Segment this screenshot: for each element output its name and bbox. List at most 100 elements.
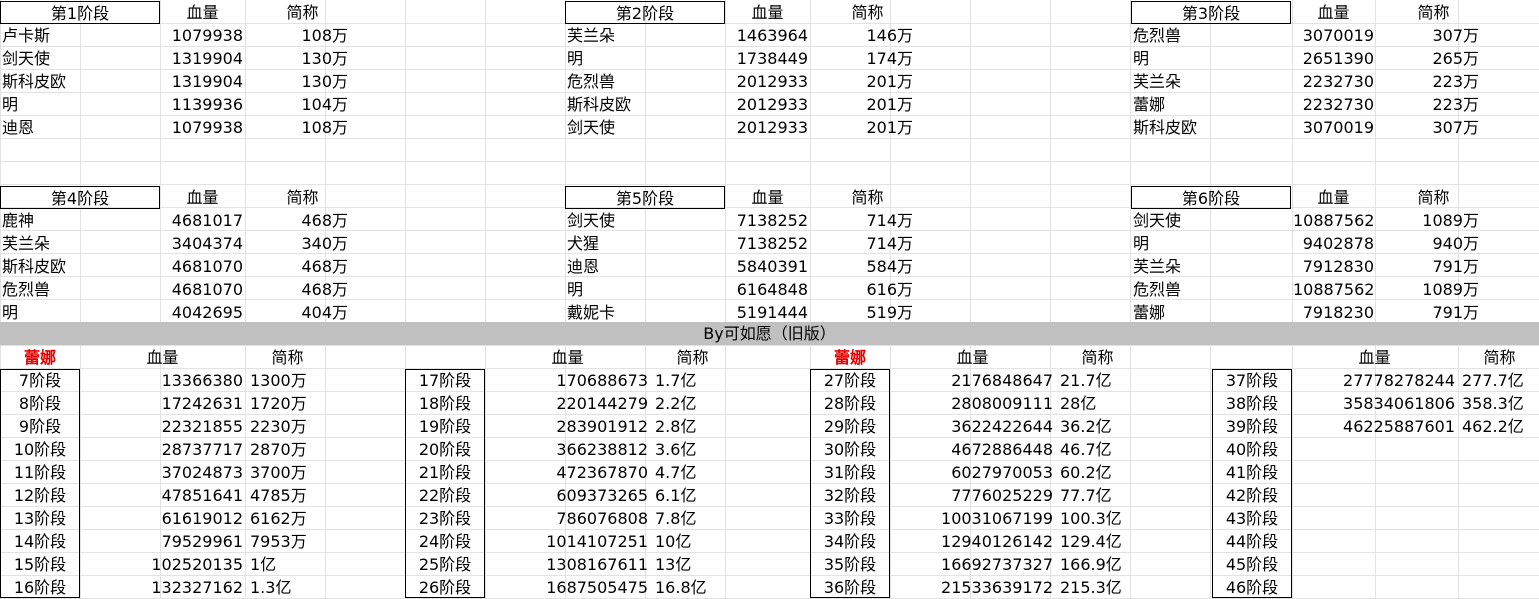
hp-abbr-cell[interactable]: 584万	[810, 255, 915, 278]
stage-header[interactable]: 第5阶段	[565, 186, 725, 209]
hp-abbr-cell[interactable]: 265万	[1376, 47, 1481, 70]
hp-value-cell[interactable]: 472367870	[485, 461, 650, 484]
abbr-column-header[interactable]: 简称	[1055, 346, 1140, 369]
hp-abbr-cell[interactable]: 1720万	[248, 392, 328, 415]
boss-name-cell[interactable]: 明	[0, 301, 160, 324]
hp-abbr-cell[interactable]: 21.7亿	[1058, 369, 1138, 392]
hp-abbr-cell[interactable]: 340万	[245, 232, 350, 255]
hp-value-cell[interactable]: 1319904	[160, 47, 245, 70]
hp-abbr-cell[interactable]: 130万	[245, 70, 350, 93]
boss-name-cell[interactable]: 鹿神	[0, 209, 160, 232]
hp-abbr-cell[interactable]: 6.1亿	[653, 484, 733, 507]
abbr-column-header[interactable]: 简称	[650, 346, 735, 369]
hp-value-cell[interactable]	[1292, 507, 1457, 530]
hp-abbr-cell[interactable]: 108万	[245, 24, 350, 47]
hp-value-cell[interactable]: 7138252	[725, 209, 810, 232]
hp-value-cell[interactable]: 786076808	[485, 507, 650, 530]
hp-abbr-cell[interactable]: 307万	[1376, 116, 1481, 139]
hp-value-cell[interactable]	[1292, 576, 1457, 599]
hp-value-cell[interactable]: 21533639172	[890, 576, 1055, 599]
hp-abbr-cell[interactable]: 1300万	[248, 369, 328, 392]
boss-name-cell[interactable]: 斯科皮欧	[0, 255, 160, 278]
hp-value-cell[interactable]: 12940126142	[890, 530, 1055, 553]
boss-name-cell[interactable]: 剑天使	[0, 47, 160, 70]
hp-value-cell[interactable]: 3404374	[160, 232, 245, 255]
hp-column-header[interactable]: 血量	[725, 186, 810, 209]
abbr-column-header[interactable]: 简称	[245, 186, 360, 209]
hp-column-header[interactable]: 血量	[1332, 346, 1417, 369]
stage-header[interactable]: 第4阶段	[0, 186, 160, 209]
hp-column-header[interactable]: 血量	[160, 1, 245, 24]
hp-abbr-cell[interactable]: 16.8亿	[653, 576, 733, 599]
hp-abbr-cell[interactable]: 10亿	[653, 530, 733, 553]
hp-value-cell[interactable]: 4672886448	[890, 438, 1055, 461]
hp-abbr-cell[interactable]: 223万	[1376, 93, 1481, 116]
boss-name-cell[interactable]: 芙兰朵	[565, 24, 725, 47]
hp-abbr-cell[interactable]: 358.3亿	[1460, 392, 1539, 415]
hp-abbr-cell[interactable]: 60.2亿	[1058, 461, 1138, 484]
hp-value-cell[interactable]: 2651390	[1291, 47, 1376, 70]
hp-value-cell[interactable]: 2232730	[1291, 93, 1376, 116]
hp-value-cell[interactable]: 7912830	[1291, 255, 1376, 278]
hp-abbr-cell[interactable]: 129.4亿	[1058, 530, 1138, 553]
hp-column-header[interactable]: 血量	[525, 346, 610, 369]
hp-value-cell[interactable]	[1292, 461, 1457, 484]
hp-abbr-cell[interactable]: 468万	[245, 209, 350, 232]
hp-abbr-cell[interactable]: 77.7亿	[1058, 484, 1138, 507]
hp-value-cell[interactable]: 1079938	[160, 116, 245, 139]
boss-title[interactable]	[1212, 346, 1292, 369]
hp-abbr-cell[interactable]: 940万	[1376, 232, 1481, 255]
hp-value-cell[interactable]: 2232730	[1291, 70, 1376, 93]
hp-abbr-cell[interactable]: 2230万	[248, 415, 328, 438]
boss-name-cell[interactable]: 犬猩	[565, 232, 725, 255]
hp-abbr-cell[interactable]: 4785万	[248, 484, 328, 507]
hp-abbr-cell[interactable]: 6162万	[248, 507, 328, 530]
boss-name-cell[interactable]: 迪恩	[565, 255, 725, 278]
hp-value-cell[interactable]: 10887562	[1291, 278, 1376, 301]
hp-value-cell[interactable]: 37024873	[80, 461, 245, 484]
hp-value-cell[interactable]: 7918230	[1291, 301, 1376, 324]
hp-abbr-cell[interactable]: 108万	[245, 116, 350, 139]
boss-name-cell[interactable]: 危烈兽	[1131, 24, 1291, 47]
boss-name-cell[interactable]: 芙兰朵	[1131, 70, 1291, 93]
hp-value-cell[interactable]: 13366380	[80, 369, 245, 392]
boss-name-cell[interactable]: 明	[565, 278, 725, 301]
hp-column-header[interactable]: 血量	[1291, 186, 1376, 209]
hp-value-cell[interactable]: 283901912	[485, 415, 650, 438]
abbr-column-header[interactable]: 简称	[245, 346, 330, 369]
hp-abbr-cell[interactable]: 174万	[810, 47, 915, 70]
hp-value-cell[interactable]: 1738449	[725, 47, 810, 70]
hp-value-cell[interactable]	[1292, 438, 1457, 461]
hp-value-cell[interactable]: 170688673	[485, 369, 650, 392]
boss-name-cell[interactable]: 蕾娜	[1131, 93, 1291, 116]
abbr-column-header[interactable]: 简称	[245, 1, 360, 24]
hp-value-cell[interactable]: 2012933	[725, 93, 810, 116]
hp-abbr-cell[interactable]: 3700万	[248, 461, 328, 484]
boss-name-cell[interactable]: 斯科皮欧	[1131, 116, 1291, 139]
hp-abbr-cell[interactable]: 1089万	[1376, 278, 1481, 301]
hp-abbr-cell[interactable]: 2870万	[248, 438, 328, 461]
boss-name-cell[interactable]: 迪恩	[0, 116, 160, 139]
hp-abbr-cell[interactable]: 2.2亿	[653, 392, 733, 415]
hp-value-cell[interactable]: 4681070	[160, 278, 245, 301]
hp-value-cell[interactable]: 1139936	[160, 93, 245, 116]
hp-abbr-cell[interactable]: 104万	[245, 93, 350, 116]
hp-value-cell[interactable]: 2176848647	[890, 369, 1055, 392]
boss-name-cell[interactable]: 明	[0, 93, 160, 116]
hp-value-cell[interactable]: 61619012	[80, 507, 245, 530]
hp-column-header[interactable]: 血量	[160, 186, 245, 209]
hp-value-cell[interactable]: 1463964	[725, 24, 810, 47]
hp-abbr-cell[interactable]: 1.7亿	[653, 369, 733, 392]
hp-abbr-cell[interactable]: 277.7亿	[1460, 369, 1539, 392]
hp-value-cell[interactable]: 46225887601	[1292, 415, 1457, 438]
boss-title[interactable]: 蕾娜	[810, 346, 890, 369]
hp-value-cell[interactable]: 7138252	[725, 232, 810, 255]
stage-header[interactable]: 第6阶段	[1131, 186, 1291, 209]
hp-abbr-cell[interactable]: 714万	[810, 232, 915, 255]
hp-column-header[interactable]: 血量	[725, 1, 810, 24]
hp-abbr-cell[interactable]: 28亿	[1058, 392, 1138, 415]
hp-value-cell[interactable]: 220144279	[485, 392, 650, 415]
boss-title[interactable]	[405, 346, 485, 369]
hp-value-cell[interactable]: 1319904	[160, 70, 245, 93]
boss-name-cell[interactable]: 芙兰朵	[0, 232, 160, 255]
